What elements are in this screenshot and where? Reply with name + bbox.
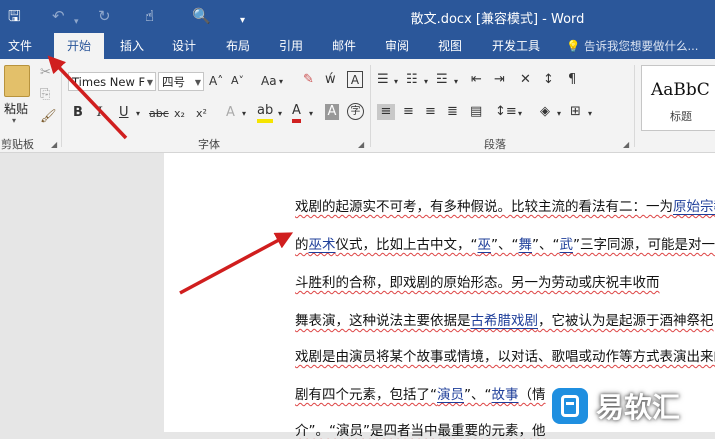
- watermark: 易软汇: [552, 382, 712, 430]
- arrow-to-document-text: [179, 232, 294, 295]
- watermark-text: 易软汇: [596, 391, 681, 424]
- watermark-logo-icon: [552, 388, 588, 424]
- arrow-to-file-tab: [47, 55, 128, 140]
- annotation-arrows: [47, 55, 294, 295]
